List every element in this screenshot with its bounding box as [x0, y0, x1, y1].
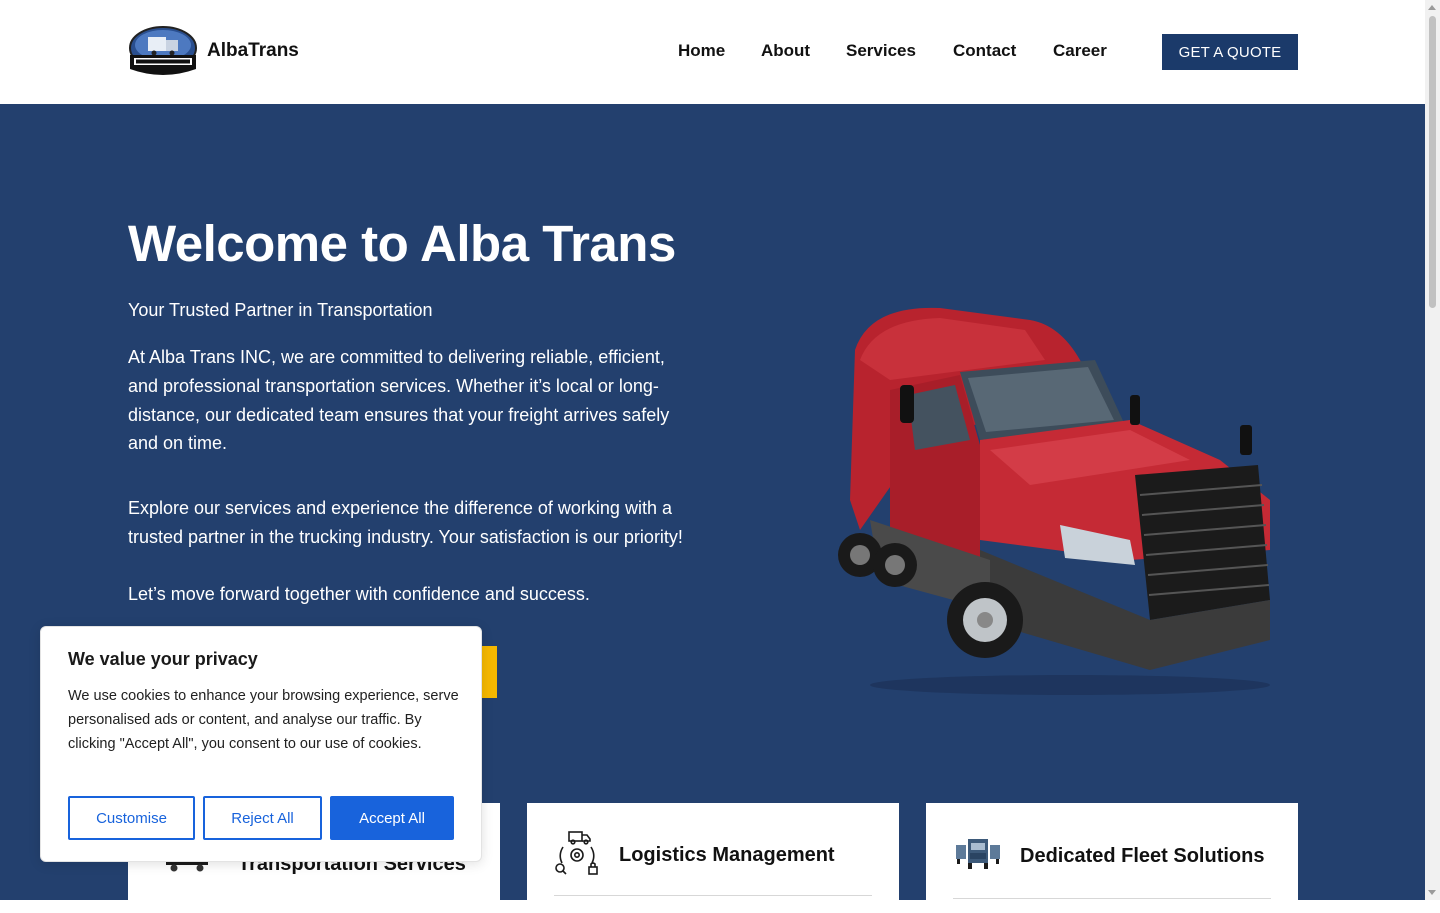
- nav-services[interactable]: Services: [846, 41, 916, 61]
- service-title-logistics: Logistics Management: [619, 844, 835, 866]
- hero-title: Welcome to Alba Trans: [128, 215, 676, 272]
- logistics-icon: [555, 831, 598, 875]
- reject-all-button[interactable]: Reject All: [203, 796, 322, 840]
- nav-contact[interactable]: Contact: [953, 41, 1016, 61]
- red-semi-truck-image: [838, 307, 1270, 695]
- fleet-icon: [956, 839, 1000, 869]
- customise-button[interactable]: Customise: [68, 796, 195, 840]
- scroll-down-arrow-icon[interactable]: [1428, 890, 1436, 895]
- get-a-quote-button[interactable]: GET A QUOTE: [1162, 34, 1298, 70]
- service-card-logistics[interactable]: Logistics Management: [527, 803, 899, 913]
- page-scrollbar[interactable]: [1425, 0, 1440, 900]
- site-header: AlbaTrans Home About Services Contact Ca…: [0, 0, 1425, 104]
- cookie-title: We value your privacy: [68, 649, 258, 669]
- service-title-fleet: Dedicated Fleet Solutions: [1020, 845, 1265, 867]
- brand-name[interactable]: AlbaTrans: [207, 40, 299, 62]
- service-card-fleet[interactable]: Dedicated Fleet Solutions: [926, 803, 1298, 913]
- cookie-description: We use cookies to enhance your browsing …: [68, 688, 459, 752]
- accept-all-button[interactable]: Accept All: [330, 796, 454, 840]
- cookie-consent-banner: We value your privacy We use cookies to …: [40, 626, 482, 862]
- hero-paragraph-1: At Alba Trans INC, we are committed to d…: [128, 347, 670, 454]
- hero-paragraph-3: Let’s move forward together with confide…: [128, 584, 590, 604]
- hero-subtitle: Your Trusted Partner in Transportation: [128, 300, 433, 320]
- scrollbar-thumb[interactable]: [1429, 16, 1436, 308]
- card-divider: [554, 895, 872, 896]
- albatrans-logo[interactable]: [128, 25, 198, 82]
- nav-about[interactable]: About: [761, 41, 810, 61]
- card-divider: [953, 898, 1271, 899]
- nav-career[interactable]: Career: [1053, 41, 1107, 61]
- hero-paragraph-2: Explore our services and experience the …: [128, 498, 683, 547]
- nav-home[interactable]: Home: [678, 41, 725, 61]
- scroll-up-arrow-icon[interactable]: [1428, 5, 1436, 10]
